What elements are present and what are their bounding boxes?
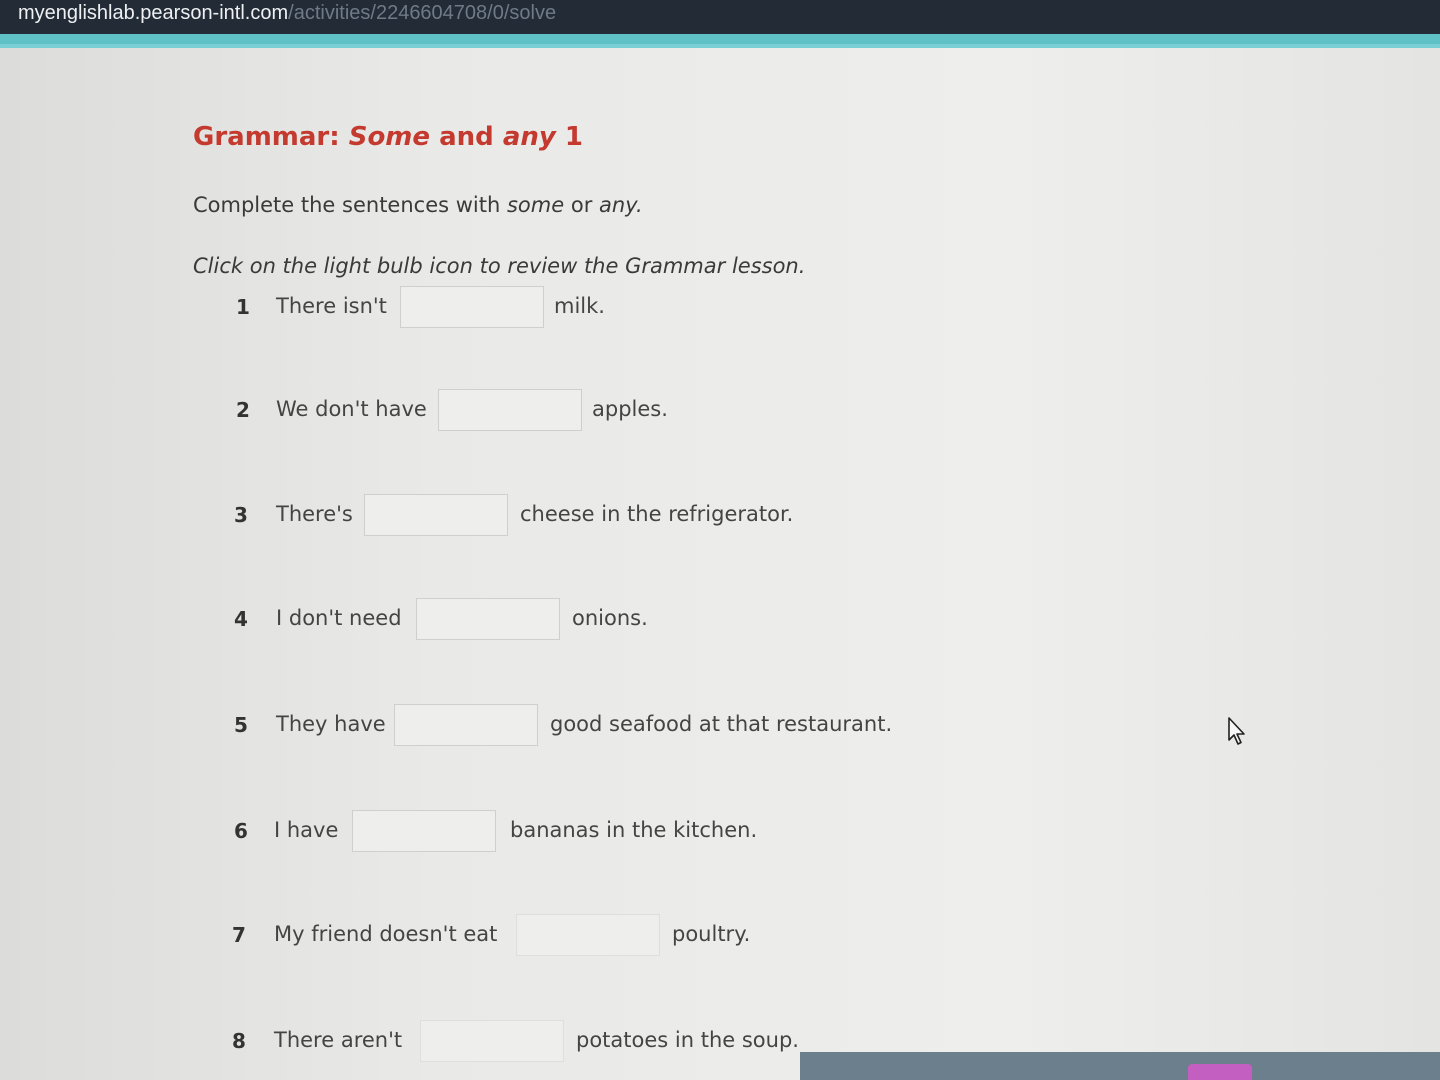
answer-input-5[interactable]	[394, 704, 538, 746]
mouse-pointer-icon	[1226, 716, 1250, 750]
question-number: 3	[234, 503, 248, 527]
url-path: /activities/2246604708/0/solve	[288, 2, 557, 24]
question-text-after: cheese in the refrigerator.	[520, 502, 794, 526]
answer-input-3[interactable]	[364, 494, 508, 536]
question-number: 5	[234, 713, 248, 737]
question-text-before: They have	[276, 712, 386, 736]
answer-input-4[interactable]	[416, 598, 560, 640]
question-text-after: good seafood at that restaurant.	[550, 712, 893, 736]
answer-input-2[interactable]	[438, 389, 582, 431]
question-text-after: milk.	[554, 294, 605, 318]
activity-title: Grammar: Some and any 1	[193, 122, 584, 152]
answer-input-6[interactable]	[352, 810, 496, 852]
question-text-before: I have	[274, 818, 339, 842]
question-text-before: There's	[276, 502, 353, 526]
question-text-after: potatoes in the soup.	[576, 1028, 799, 1052]
question-number: 6	[234, 819, 248, 843]
question-number: 7	[232, 923, 246, 947]
question-row: 8 There aren't potatoes in the soup.	[232, 1020, 832, 1064]
footer-toolbar	[800, 1052, 1440, 1080]
check-answers-button[interactable]	[1188, 1064, 1252, 1080]
question-row: 3 There's cheese in the refrigerator.	[234, 494, 834, 538]
question-row: 6 I have bananas in the kitchen.	[234, 810, 794, 854]
question-text-before: My friend doesn't eat	[274, 922, 498, 946]
question-text-before: There aren't	[274, 1028, 403, 1052]
question-row: 4 I don't need onions.	[234, 598, 684, 642]
question-text-before: We don't have	[276, 397, 427, 421]
answer-input-8[interactable]	[420, 1020, 564, 1062]
answer-input-7[interactable]	[516, 914, 660, 956]
question-row: 5 They have good seafood at that restaur…	[234, 704, 934, 748]
browser-url-bar[interactable]: myenglishlab.pearson-intl.com/activities…	[0, 0, 1440, 34]
url-domain: myenglishlab.pearson-intl.com	[18, 2, 289, 24]
activity-content: Grammar: Some and any 1 Complete the sen…	[0, 48, 1440, 1080]
question-text-after: apples.	[592, 397, 668, 421]
header-accent-bar	[0, 34, 1440, 48]
question-text-after: bananas in the kitchen.	[510, 818, 758, 842]
activity-instruction: Complete the sentences with some or any.	[193, 193, 643, 217]
question-number: 8	[232, 1029, 246, 1053]
answer-input-1[interactable]	[400, 286, 544, 328]
question-row: 7 My friend doesn't eat poultry.	[232, 914, 792, 958]
question-text-before: There isn't	[276, 294, 387, 318]
question-text-before: I don't need	[276, 606, 402, 630]
question-number: 1	[236, 295, 250, 319]
question-text-after: onions.	[572, 606, 648, 630]
grammar-hint-text: Click on the light bulb icon to review t…	[193, 254, 806, 278]
question-text-after: poultry.	[672, 922, 751, 946]
question-number: 2	[236, 398, 250, 422]
question-row: 1 There isn't milk.	[236, 286, 636, 330]
question-number: 4	[234, 607, 248, 631]
question-row: 2 We don't have apples.	[236, 389, 686, 433]
